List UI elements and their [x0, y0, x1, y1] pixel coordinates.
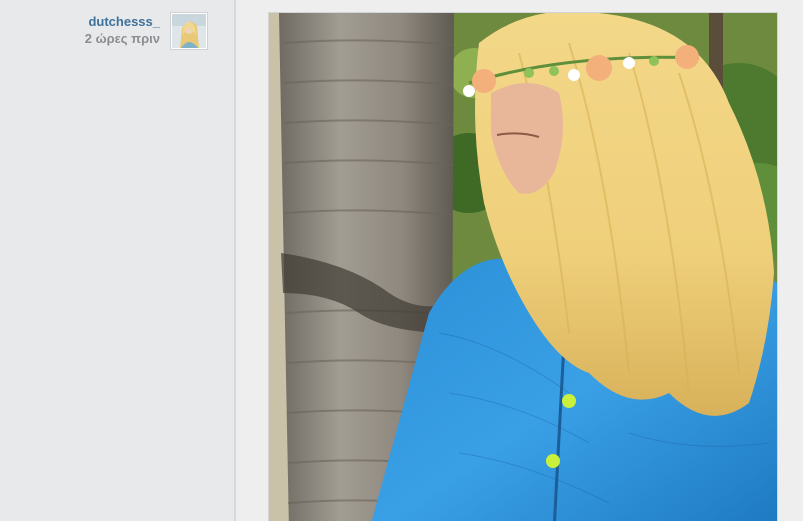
username-link[interactable]: dutchesss_ [0, 14, 160, 30]
post-timestamp: 2 ώρες πριν [84, 31, 160, 46]
post-photo-image [269, 13, 777, 521]
left-column: dutchesss_ 2 ώρες πριν [0, 0, 234, 521]
avatar-image [172, 14, 206, 48]
avatar[interactable] [170, 12, 208, 50]
post-meta: dutchesss_ 2 ώρες πριν [0, 14, 160, 47]
post-photo[interactable] [268, 12, 778, 521]
